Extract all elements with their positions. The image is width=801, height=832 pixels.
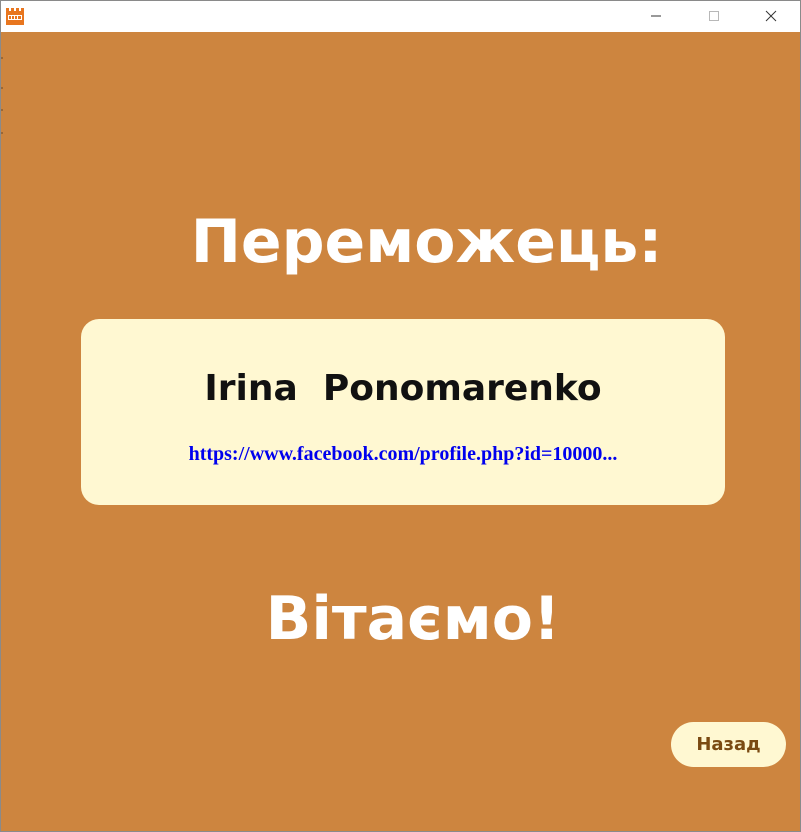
minimize-icon [650,7,662,26]
close-icon [765,7,777,26]
maximize-button[interactable] [685,1,743,31]
close-button[interactable] [742,1,800,31]
winner-screen: Переможець: Irina Ponomarenko https://ww… [1,32,800,831]
edge-marker [1,109,3,111]
winner-name: Irina Ponomarenko [204,368,602,409]
edge-marker [1,87,3,89]
edge-marker [1,57,3,59]
app-window: Переможець: Irina Ponomarenko https://ww… [0,0,801,832]
title-bar[interactable] [1,1,800,31]
minimize-button[interactable] [627,1,685,31]
edge-marker [1,132,3,134]
castle-icon [5,6,25,26]
winner-profile-link[interactable]: https://www.facebook.com/profile.php?id=… [81,441,725,467]
congratulations-text: Вітаємо! [265,584,561,654]
winner-card: Irina Ponomarenko https://www.facebook.c… [81,319,725,505]
back-button[interactable]: Назад [671,722,786,767]
winner-heading: Переможець: [190,207,663,277]
maximize-icon [708,7,720,26]
